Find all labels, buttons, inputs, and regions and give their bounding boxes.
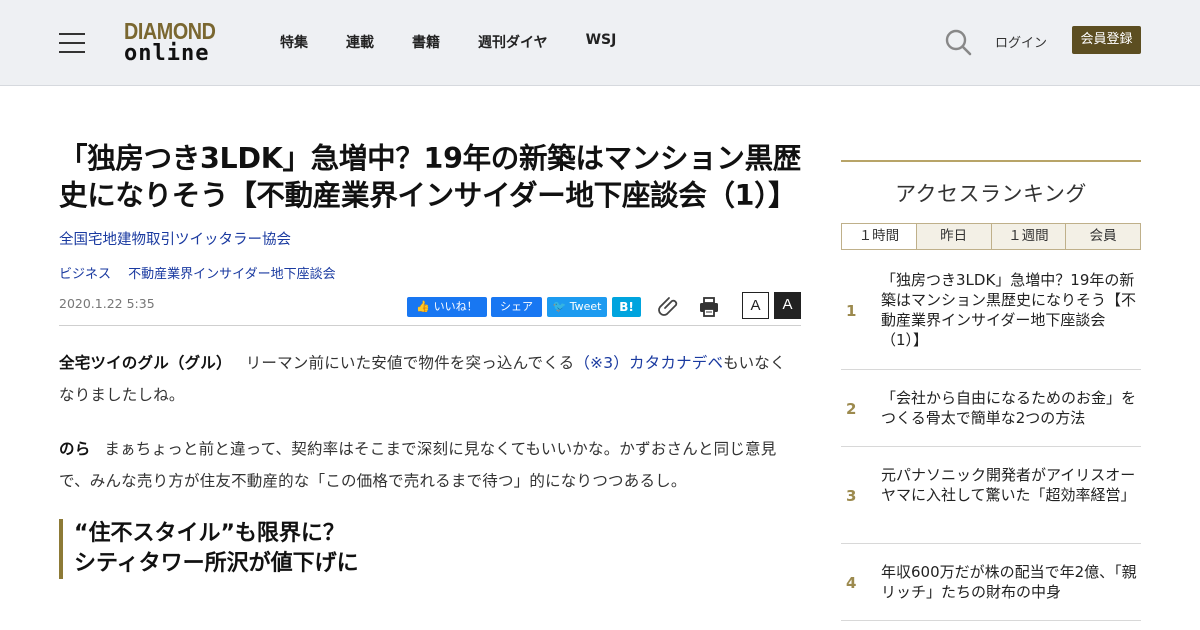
rank-number: 1 [846, 302, 857, 320]
ranking-item-title: 元パナソニック開発者がアイリスオーヤマに入社して驚いた「超効率経営」 [881, 466, 1136, 504]
section-heading-line1: “住不スタイル”も限界に？ [74, 521, 345, 546]
rank-number: 2 [846, 400, 857, 418]
search-icon[interactable] [944, 28, 972, 56]
nav-item-wsj[interactable]: WSJ [586, 32, 617, 52]
thumbs-up-icon: 👍 [416, 300, 434, 313]
article-paragraph: のら まぁちょっと前と違って、契約率はそこまで深刻に見なくてもいいかな。かずおさん… [59, 433, 801, 497]
speaker-name: のら [59, 440, 91, 458]
section-heading-line2: シティタワー所沢が値下げに [74, 551, 359, 576]
rank-number: 3 [846, 487, 857, 505]
speaker-name: 全宅ツイのグル（グル） [59, 354, 232, 372]
nav-item-books[interactable]: 書籍 [412, 32, 440, 52]
tab-members[interactable]: 会員 [1065, 224, 1140, 249]
article-paragraph: 全宅ツイのグル（グル） リーマン前にいた安値で物件を突っ込んでくる（※3）カタカナ… [59, 347, 801, 411]
logo-bottom-text: online [124, 41, 210, 66]
ranking-item[interactable]: 3 元パナソニック開発者がアイリスオーヤマに入社して驚いた「超効率経営」 [841, 447, 1141, 544]
tweet-label: Tweet [569, 300, 602, 313]
publish-date: 2020.1.22 5:35 [59, 296, 155, 311]
ranking-title: アクセスランキング [895, 182, 1087, 206]
main-nav: 特集 連載 書籍 週刊ダイヤ WSJ [280, 32, 654, 52]
print-icon[interactable] [697, 295, 721, 319]
paragraph-text: リーマン前にいた安値で物件を突っ込んでくる [245, 354, 575, 372]
paragraph-text: まぁちょっと前と違って、契約率はそこまで深刻に見なくてもいいかな。かずおさんと同… [59, 440, 777, 490]
clip-icon[interactable] [657, 294, 681, 318]
login-link[interactable]: ログイン [995, 32, 1047, 51]
tab-yesterday[interactable]: 昨日 [915, 224, 991, 249]
like-label: いいね！ [433, 300, 478, 313]
article: 「独房つき3LDK」急増中？19年の新築はマンション黒歴史になりそう【不動産業界… [59, 140, 801, 579]
tag-list: ビジネス 不動産業界インサイダー地下座談会 [59, 263, 801, 282]
author-link[interactable]: 全国宅地建物取引ツイッタラー協会 [59, 228, 291, 249]
section-heading: “住不スタイル”も限界に？ シティタワー所沢が値下げに [59, 519, 801, 579]
ranking-item-title: 「独房つき3LDK」急増中？19年の新築はマンション黒歴史になりそう【不動産業界… [881, 271, 1137, 349]
tab-1-week[interactable]: １週間 [990, 224, 1066, 249]
register-button[interactable]: 会員登録 [1072, 26, 1141, 54]
tweet-button[interactable]: 🐦 Tweet [547, 297, 607, 317]
site-logo[interactable]: DIAMOND online [124, 20, 228, 66]
tab-1-hour[interactable]: １時間 [842, 224, 916, 249]
twitter-bird-icon: 🐦 [552, 300, 570, 313]
facebook-share-button[interactable]: シェア [491, 297, 542, 317]
nav-item-feature[interactable]: 特集 [280, 32, 308, 52]
nav-item-series[interactable]: 連載 [346, 32, 374, 52]
footnote-link[interactable]: （※3）カタカナデベ [574, 354, 723, 372]
hatena-bookmark-button[interactable]: B! [612, 297, 641, 317]
ranking-item-title: 年収600万だが株の配当で年2億、「親リッチ」たちの財布の中身 [881, 563, 1137, 601]
ranking-item[interactable]: 4 年収600万だが株の配当で年2億、「親リッチ」たちの財布の中身 [841, 544, 1141, 621]
facebook-like-button[interactable]: 👍 いいね！ [407, 297, 487, 317]
ranking-item[interactable]: 2 「会社から自由になるためのお金」をつくる骨太で簡単な2つの方法 [841, 370, 1141, 447]
tag-series[interactable]: 不動産業界インサイダー地下座談会 [128, 267, 335, 282]
ranking-item[interactable]: 1 「独房つき3LDK」急増中？19年の新築はマンション黒歴史になりそう【不動産… [841, 250, 1141, 370]
site-header: DIAMOND online 特集 連載 書籍 週刊ダイヤ WSJ ログイン 会… [0, 0, 1200, 86]
rank-number: 4 [846, 574, 857, 592]
nav-item-weekly-diamond[interactable]: 週刊ダイヤ [478, 32, 548, 52]
article-title: 「独房つき3LDK」急増中？19年の新築はマンション黒歴史になりそう【不動産業界… [59, 142, 801, 212]
logo-top-text: DIAMOND [124, 18, 216, 44]
access-ranking: アクセスランキング １時間 昨日 １週間 会員 1 「独房つき3LDK」急増中？… [841, 160, 1141, 621]
ranking-tabs: １時間 昨日 １週間 会員 [841, 223, 1141, 250]
ranking-item-title: 「会社から自由になるためのお金」をつくる骨太で簡単な2つの方法 [881, 389, 1137, 427]
tag-business[interactable]: ビジネス [59, 267, 111, 282]
article-meta: 2020.1.22 5:35 👍 いいね！ シェア 🐦 Tweet B! A A [59, 292, 801, 326]
menu-icon[interactable] [59, 31, 85, 53]
font-size-small-button[interactable]: A [742, 292, 769, 319]
font-size-large-button[interactable]: A [774, 292, 801, 319]
